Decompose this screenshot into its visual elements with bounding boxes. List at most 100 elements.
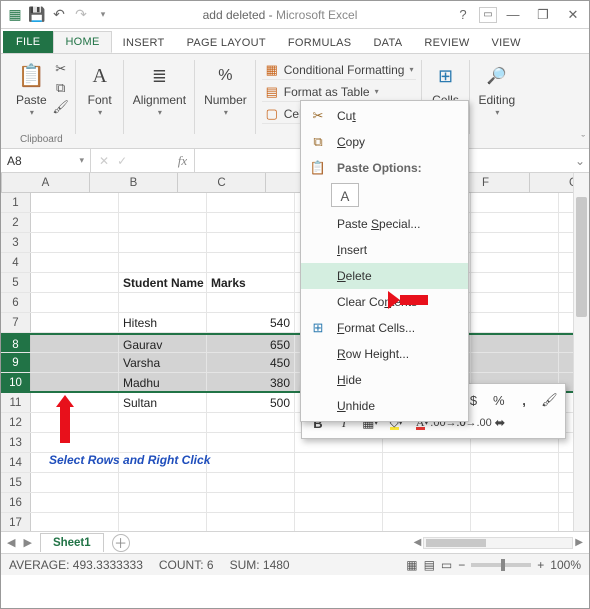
cell[interactable]: Marks — [207, 273, 295, 292]
menu-delete[interactable]: Delete — [301, 263, 468, 289]
cell[interactable] — [471, 335, 559, 352]
grid-row[interactable]: 1 — [1, 193, 573, 213]
cell[interactable]: 450 — [207, 353, 295, 372]
cell[interactable] — [31, 353, 119, 372]
menu-row-height[interactable]: Row Height... — [301, 341, 468, 367]
tab-file[interactable]: FILE — [3, 31, 53, 53]
qat-customize-icon[interactable]: ▾ — [95, 7, 111, 23]
grid-row[interactable]: 3 — [1, 233, 573, 253]
cell[interactable] — [31, 253, 119, 272]
row-header[interactable]: 6 — [1, 293, 31, 312]
cell[interactable] — [471, 293, 559, 312]
grid-row[interactable]: 5Student NameMarks — [1, 273, 573, 293]
cell[interactable] — [119, 293, 207, 312]
cell[interactable] — [119, 473, 207, 492]
menu-cut[interactable]: ✂Cut — [301, 103, 468, 129]
cell[interactable] — [295, 513, 383, 531]
hscroll-left-icon[interactable]: ◀ — [414, 537, 422, 548]
horizontal-scrollbar[interactable] — [423, 537, 573, 549]
cell[interactable] — [119, 493, 207, 512]
row-header[interactable]: 10 — [1, 373, 31, 391]
cell[interactable] — [471, 253, 559, 272]
undo-icon[interactable]: ↶ — [51, 7, 67, 23]
cell[interactable] — [31, 393, 119, 412]
cell[interactable] — [471, 233, 559, 252]
cell[interactable]: 540 — [207, 313, 295, 332]
number-group-button[interactable]: % Number▾ — [201, 58, 250, 119]
fx-icon[interactable]: fx — [171, 149, 195, 172]
cell[interactable]: Sultan — [119, 393, 207, 412]
cell[interactable] — [207, 293, 295, 312]
cell[interactable] — [471, 453, 559, 472]
zoom-in-icon[interactable]: + — [537, 558, 544, 572]
row-header[interactable]: 15 — [1, 473, 31, 492]
cell[interactable] — [119, 433, 207, 452]
cell[interactable]: Varsha — [119, 353, 207, 372]
expand-formula-bar-icon[interactable]: ⌄ — [571, 154, 589, 168]
cell[interactable] — [119, 213, 207, 232]
view-page-break-icon[interactable]: ▭ — [441, 558, 452, 572]
tab-review[interactable]: REVIEW — [413, 33, 480, 53]
grid-row[interactable]: 15 — [1, 473, 573, 493]
conditional-formatting-button[interactable]: ▦Conditional Formatting▾ — [262, 60, 416, 80]
cell[interactable] — [31, 413, 119, 432]
cell[interactable] — [207, 513, 295, 531]
cell[interactable] — [207, 413, 295, 432]
cell[interactable] — [119, 513, 207, 531]
row-header[interactable]: 9 — [1, 353, 31, 372]
cell[interactable] — [207, 253, 295, 272]
cell[interactable] — [383, 453, 471, 472]
cell[interactable] — [207, 213, 295, 232]
cell[interactable] — [119, 233, 207, 252]
grid-row[interactable]: 16 — [1, 493, 573, 513]
collapse-ribbon-icon[interactable]: ˇ — [581, 134, 585, 146]
cell[interactable]: 500 — [207, 393, 295, 412]
cell[interactable] — [207, 453, 295, 472]
cell[interactable]: Madhu — [119, 373, 207, 391]
help-button[interactable]: ? — [449, 5, 477, 25]
cell[interactable]: Gaurav — [119, 335, 207, 352]
tab-view[interactable]: VIEW — [481, 33, 532, 53]
format-as-table-button[interactable]: ▤Format as Table▾ — [262, 82, 416, 102]
format-painter-mini-icon[interactable]: 🖌 — [540, 391, 559, 409]
cell[interactable] — [295, 473, 383, 492]
grid-row[interactable]: 17 — [1, 513, 573, 531]
row-header[interactable]: 7 — [1, 313, 31, 332]
cell[interactable] — [207, 493, 295, 512]
row-header[interactable]: 12 — [1, 413, 31, 432]
row-header[interactable]: 4 — [1, 253, 31, 272]
merge-center-icon[interactable]: ⬌ — [490, 414, 510, 432]
ribbon-display-button[interactable]: ▭ — [479, 7, 497, 23]
percent-format-icon[interactable]: % — [489, 391, 508, 409]
cell[interactable] — [31, 213, 119, 232]
cell[interactable] — [207, 473, 295, 492]
close-button[interactable]: ✕ — [559, 5, 587, 25]
font-group-button[interactable]: A Font▾ — [82, 58, 118, 119]
cell[interactable] — [31, 493, 119, 512]
cell[interactable] — [31, 335, 119, 352]
grid-row[interactable]: 4 — [1, 253, 573, 273]
cell[interactable] — [31, 233, 119, 252]
row-header[interactable]: 1 — [1, 193, 31, 212]
menu-clear-contents[interactable]: Clear Contents — [301, 289, 468, 315]
cell[interactable] — [119, 193, 207, 212]
cell[interactable] — [31, 513, 119, 531]
menu-copy[interactable]: ⧉Copy — [301, 129, 468, 155]
cell[interactable] — [471, 313, 559, 332]
restore-button[interactable]: ❐ — [529, 5, 557, 25]
grid-row[interactable]: 8Gaurav650 — [1, 333, 573, 353]
row-header[interactable]: 11 — [1, 393, 31, 412]
cell[interactable] — [207, 233, 295, 252]
worksheet-grid[interactable]: A B C D E F G 12345Student NameMarks67Hi… — [1, 173, 589, 531]
cell[interactable] — [207, 193, 295, 212]
view-normal-icon[interactable]: ▦ — [406, 558, 417, 572]
row-header[interactable]: 14 — [1, 453, 31, 472]
row-header[interactable]: 2 — [1, 213, 31, 232]
save-icon[interactable]: 💾 — [29, 7, 45, 23]
cell[interactable] — [295, 493, 383, 512]
cell[interactable] — [471, 493, 559, 512]
zoom-level[interactable]: 100% — [550, 558, 581, 572]
zoom-slider[interactable] — [471, 563, 531, 567]
grid-row[interactable]: 7Hitesh540 — [1, 313, 573, 333]
cell[interactable] — [295, 453, 383, 472]
